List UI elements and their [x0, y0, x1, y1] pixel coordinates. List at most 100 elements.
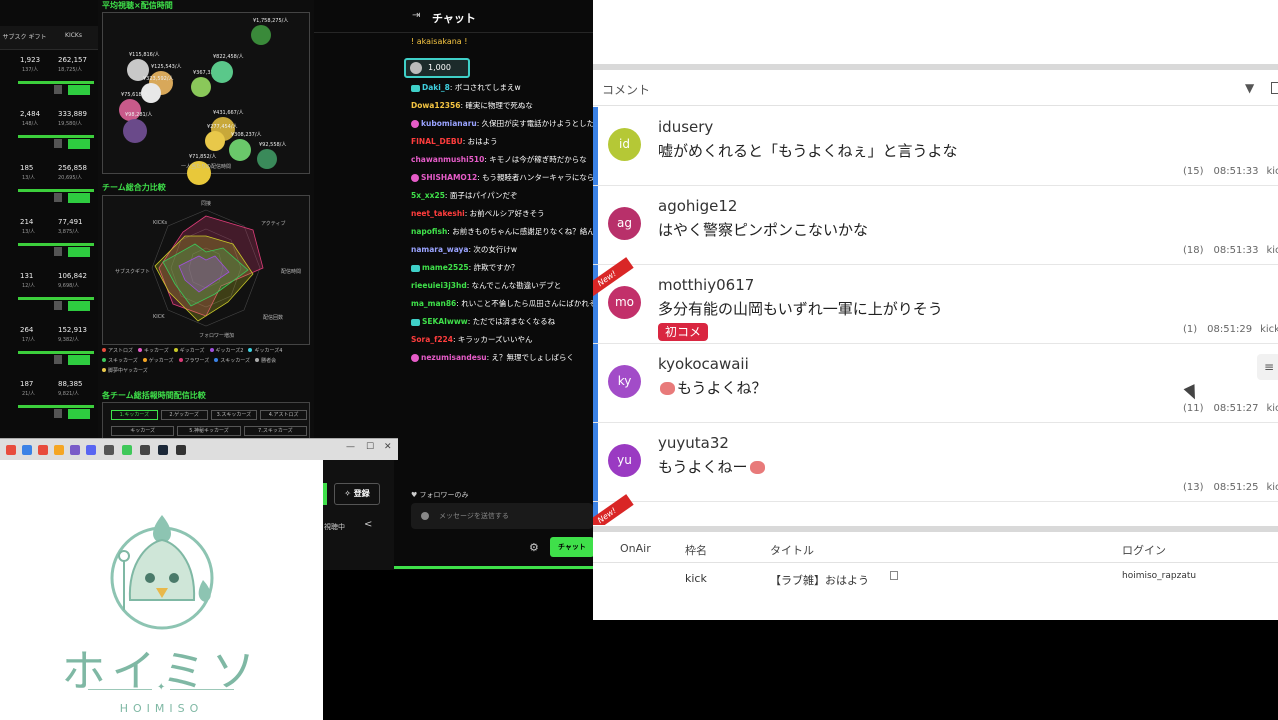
legend-label: 勝者会	[261, 358, 277, 364]
comment-time: 08:51:29	[1207, 324, 1253, 335]
legend-item[interactable]: キッカーズ	[138, 348, 169, 354]
compare-tab[interactable]: 5.神秘キッカーズ	[177, 426, 241, 436]
side-menu-icon[interactable]: ≡	[1257, 354, 1278, 380]
legend-item[interactable]: アストロズ	[102, 348, 133, 354]
avatar: ag	[608, 207, 641, 240]
stat-kicks-per: 9,821/人	[58, 391, 79, 397]
comment-list[interactable]: id idusery 嘘がめくれると「もうよくねぇ」と言うよな (15) 08:51:3…	[593, 107, 1278, 525]
stats-action-button[interactable]	[68, 355, 90, 365]
chat-username[interactable]: ma_man86	[411, 299, 456, 308]
chat-text: : 詐欺ですか？	[468, 263, 519, 272]
chat-text: : キモノは今が稼ぎ時だからな	[484, 155, 587, 164]
comment-row[interactable]: yu yuyuta32 もうよくねー (13) 08:51:25 kick	[593, 423, 1278, 502]
app-icon-1[interactable]	[6, 445, 16, 455]
stats-header-cell: KICKs	[65, 32, 82, 39]
comment-row[interactable]: New! mo motthiy0617 多分有能の山岡もいずれ一軍に上がりそう 初コメ(…	[593, 257, 1278, 344]
app-icon-9[interactable]	[140, 445, 150, 455]
chat-username[interactable]: Daki_8	[422, 83, 450, 92]
chat-username[interactable]: nezumisandesu	[421, 353, 487, 362]
chat-username[interactable]: Sora_f224	[411, 335, 453, 344]
minimize-icon[interactable]: —	[346, 442, 355, 452]
gift-badge[interactable]: 1,000	[404, 58, 470, 78]
comment-row-partial[interactable]: New!	[593, 494, 1278, 525]
comment-row[interactable]: id idusery 嘘がめくれると「もうよくねぇ」と言うよな (15) 08:51:3…	[593, 107, 1278, 186]
stats-action-button[interactable]	[68, 139, 90, 149]
comment-username: motthiy0617	[658, 276, 755, 294]
legend-item[interactable]: ギッカーズ	[173, 348, 205, 354]
app-icon-3[interactable]	[38, 445, 48, 455]
taskbar: — ☐ ✕	[0, 438, 398, 460]
stats-action-button[interactable]	[68, 301, 90, 311]
app-icon-2[interactable]	[22, 445, 32, 455]
horizontal-scrollbar-bottom[interactable]	[593, 526, 1278, 532]
chat-message: 5x_xx25: 面子はパイパンだぞ	[411, 190, 593, 201]
stat-subgift-per: 137/人	[22, 67, 39, 73]
chat-username[interactable]: FINAL_DEBU	[411, 137, 463, 146]
legend-item[interactable]: スキッカーズ	[102, 358, 138, 364]
chat-username[interactable]: chawanmushi510	[411, 155, 484, 164]
legend-item[interactable]: ギッカーズ2	[209, 348, 243, 354]
chat-message: SEKAIwww: ただでは済まなくなるね	[411, 316, 593, 327]
chat-username[interactable]: namara_waya	[411, 245, 469, 254]
send-chat-button[interactable]: チャット	[550, 537, 594, 557]
chat-username[interactable]: neet_takeshi	[411, 209, 465, 218]
app-icon-11[interactable]	[176, 445, 186, 455]
chat-username[interactable]: napofish	[411, 227, 447, 236]
stats-action-button[interactable]	[68, 193, 90, 203]
compare-tab[interactable]: 3.スキッカーズ	[210, 410, 258, 420]
stream-table-row[interactable]: kick 【ラブ雑】おはよう hoimiso_rapzatu	[593, 563, 1278, 589]
stats-bar	[18, 405, 94, 408]
stat-subgift-per: 17/人	[22, 337, 36, 343]
compare-tab[interactable]: 2.ゲッカーズ	[160, 410, 208, 420]
comment-username: idusery	[658, 118, 714, 136]
stats-action-button[interactable]	[68, 85, 90, 95]
app-icon-8[interactable]	[122, 445, 132, 455]
comment-row[interactable]: ag agohige12 はやく警察ピンポンこないかな (18) 08:51:33 kic…	[593, 186, 1278, 265]
compare-tab[interactable]: 4.アストロズ	[260, 410, 307, 420]
chat-username[interactable]: 5x_xx25	[411, 191, 445, 200]
comment-count: (13)	[1183, 482, 1204, 493]
discord-icon[interactable]	[86, 445, 96, 455]
subscribe-button[interactable]: ✧ 登録	[334, 483, 380, 505]
share-icon[interactable]: <	[364, 519, 372, 530]
copy-icon[interactable]	[1271, 82, 1278, 94]
comment-text-line: もうよくねー	[658, 456, 767, 477]
emoji-icon[interactable]	[421, 512, 429, 520]
chat-input[interactable]: メッセージを送信する	[411, 503, 593, 529]
chat-username[interactable]: rieeuiei3j3hd	[411, 281, 467, 290]
comment-source: kick	[1266, 482, 1278, 493]
chat-username[interactable]: mame2525	[422, 263, 469, 272]
legend-dot-icon	[255, 358, 260, 362]
steam-icon[interactable]	[158, 445, 168, 455]
copy-title-icon[interactable]	[890, 571, 898, 580]
app-icon-5[interactable]	[70, 445, 80, 455]
legend-item[interactable]: ギッカーズ4	[248, 348, 282, 354]
legend-item[interactable]: スキッカーズ	[214, 358, 250, 364]
stats-action-button[interactable]	[68, 409, 90, 419]
compare-tab[interactable]: 7.スキッカーズ	[243, 426, 307, 436]
app-icon-4[interactable]	[54, 445, 64, 455]
chat-message: rieeuiei3j3hd: なんでこんな勘違いデブと	[411, 280, 593, 291]
comment-source: kick	[1266, 166, 1278, 177]
maximize-icon[interactable]: ☐	[366, 442, 374, 452]
legend-item[interactable]: ゲッカーズ	[142, 358, 174, 364]
col-login: ログイン	[1122, 544, 1166, 557]
chat-username[interactable]: Dowa12356	[411, 101, 460, 110]
close-icon[interactable]: ✕	[384, 442, 392, 452]
gear-icon[interactable]: ⚙	[529, 541, 539, 554]
legend-item[interactable]: 脚夢中ヤッカーズ	[102, 368, 148, 374]
chat-username[interactable]: SHISHAMO12	[421, 173, 477, 182]
app-icon-7[interactable]	[104, 445, 114, 455]
bubble-label: ¥125,543/人	[151, 64, 182, 70]
chat-username[interactable]: kubomianaru	[421, 119, 477, 128]
logo-mascot-icon	[110, 515, 214, 630]
filter-icon[interactable]: ▼	[1245, 81, 1254, 95]
legend-item[interactable]: フラワーズ	[178, 358, 209, 364]
compare-tab[interactable]: キッカーズ	[111, 426, 175, 436]
comment-row[interactable]: ky kyokocawaii もうよくね？ (11) 08:51:27 kick	[593, 344, 1278, 423]
stats-action-button[interactable]	[68, 247, 90, 257]
compare-tab[interactable]: 1.キッカーズ	[111, 410, 158, 420]
chat-message: SHISHAMO12: もう親睦者ハンターキャラにならないか？	[411, 172, 593, 183]
chat-username[interactable]: SEKAIwww	[422, 317, 468, 326]
legend-item[interactable]: 勝者会	[255, 358, 276, 364]
